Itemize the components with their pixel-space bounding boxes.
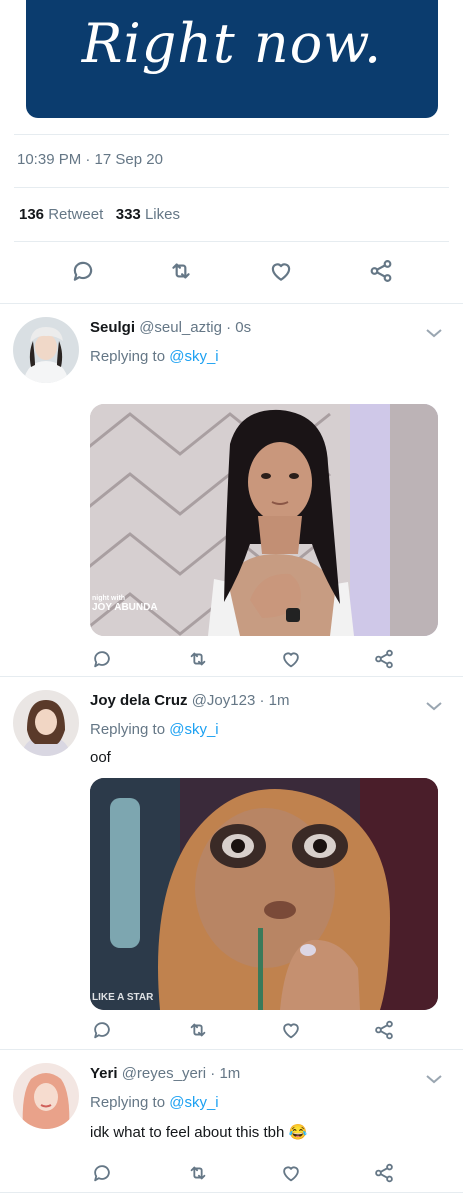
- divider: [14, 241, 449, 242]
- reply-action-bar: [0, 1015, 463, 1045]
- likes-stat[interactable]: 333 Likes: [116, 206, 180, 223]
- chevron-down-icon[interactable]: [424, 696, 444, 716]
- tweet-stats: 136 Retweet 333 Likes: [19, 206, 180, 223]
- divider: [0, 1192, 463, 1193]
- heart-icon[interactable]: [276, 1015, 306, 1045]
- reply-author[interactable]: Seulgi @seul_aztig · 0s: [90, 319, 251, 336]
- likes-label: Likes: [144, 206, 180, 223]
- display-name: Seulgi: [90, 319, 136, 336]
- avatar[interactable]: [13, 690, 79, 756]
- reply-media[interactable]: LIKE A STAR: [90, 778, 438, 1010]
- handle-time: @reyes_yeri · 1m: [121, 1065, 241, 1082]
- replying-to-link[interactable]: @sky_i: [169, 721, 218, 738]
- tweet-timestamp: 10:39 PM · 17 Sep 20: [17, 151, 163, 168]
- handle-time: @Joy123 · 1m: [191, 692, 290, 709]
- chevron-down-icon[interactable]: [424, 1069, 444, 1089]
- svg-text:JOY ABUNDA: JOY ABUNDA: [92, 602, 158, 613]
- avatar[interactable]: [13, 317, 79, 383]
- replying-prefix: Replying to: [90, 1094, 166, 1111]
- replying-to-link[interactable]: @sky_i: [169, 1094, 218, 1111]
- handle-time: @seul_aztig · 0s: [139, 319, 252, 336]
- replying-to: Replying to @sky_i: [90, 1094, 219, 1111]
- avatar[interactable]: [13, 1063, 79, 1129]
- share-icon[interactable]: [369, 1015, 399, 1045]
- svg-text:LIKE A STAR: LIKE A STAR: [92, 992, 154, 1003]
- retweet-label: Retweet: [48, 206, 104, 223]
- retweet-icon[interactable]: [183, 1158, 213, 1188]
- reply-tweet[interactable]: Joy dela Cruz @Joy123 · 1m Replying to @…: [0, 677, 463, 1049]
- retweet-count: 136: [19, 206, 45, 223]
- replying-to: Replying to @sky_i: [90, 348, 219, 365]
- reply-icon[interactable]: [87, 1015, 117, 1045]
- divider: [14, 187, 449, 188]
- reply-author[interactable]: Joy dela Cruz @Joy123 · 1m: [90, 692, 289, 709]
- replying-prefix: Replying to: [90, 348, 166, 365]
- heart-icon[interactable]: [276, 644, 306, 674]
- reply-text: idk what to feel about this tbh 😂: [90, 1124, 308, 1141]
- reply-author[interactable]: Yeri @reyes_yeri · 1m: [90, 1065, 240, 1082]
- share-icon[interactable]: [369, 644, 399, 674]
- reply-icon[interactable]: [87, 644, 117, 674]
- share-icon[interactable]: [366, 256, 396, 286]
- tweet-image-line1: Your Ex: [26, 0, 438, 11]
- reply-icon[interactable]: [87, 1158, 117, 1188]
- reply-media[interactable]: night with JOY ABUNDA: [90, 404, 438, 636]
- reply-tweet[interactable]: Seulgi @seul_aztig · 0s Replying to @sky…: [0, 304, 463, 676]
- heart-icon[interactable]: [266, 256, 296, 286]
- reply-action-bar: [0, 644, 463, 674]
- likes-count: 333: [115, 206, 141, 223]
- tweet-image-line2: Right now.: [81, 12, 383, 75]
- retweet-icon[interactable]: [166, 256, 196, 286]
- replying-to: Replying to @sky_i: [90, 721, 219, 738]
- share-icon[interactable]: [369, 1158, 399, 1188]
- reply-tweet[interactable]: Yeri @reyes_yeri · 1m Replying to @sky_i…: [0, 1050, 463, 1200]
- replying-to-link[interactable]: @sky_i: [169, 348, 218, 365]
- retweet-icon[interactable]: [183, 644, 213, 674]
- retweet-icon[interactable]: [183, 1015, 213, 1045]
- heart-icon[interactable]: [276, 1158, 306, 1188]
- replying-prefix: Replying to: [90, 721, 166, 738]
- chevron-down-icon[interactable]: [424, 323, 444, 343]
- divider: [14, 134, 449, 135]
- svg-text:night with: night with: [92, 595, 125, 602]
- display-name: Yeri: [90, 1065, 118, 1082]
- display-name: Joy dela Cruz: [90, 692, 188, 709]
- reply-icon[interactable]: [68, 256, 98, 286]
- tweet-image[interactable]: Your Ex Right now.: [26, 0, 438, 118]
- retweet-stat[interactable]: 136 Retweet: [19, 206, 103, 223]
- reply-action-bar: [0, 1158, 463, 1188]
- tweet-action-bar: [0, 256, 463, 286]
- reply-text: oof: [90, 749, 111, 766]
